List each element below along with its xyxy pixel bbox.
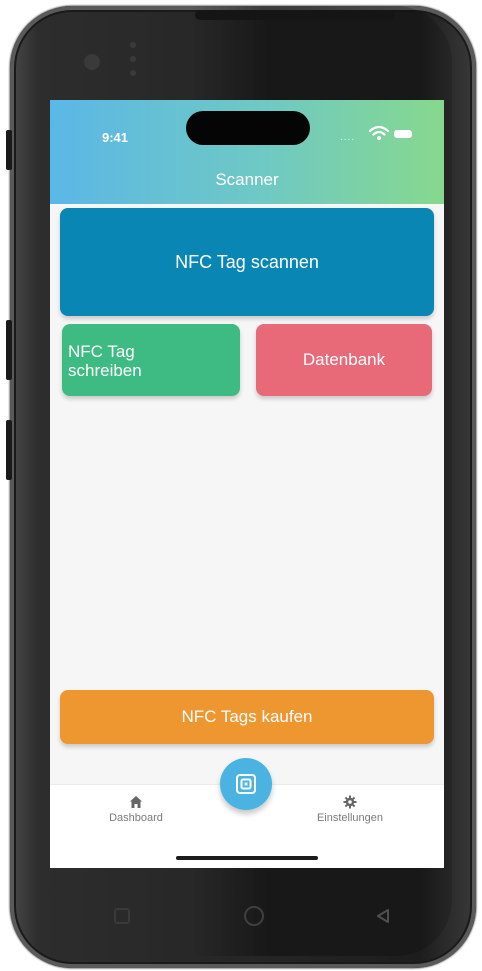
scan-nfc-tag-button[interactable]: NFC Tag scannen <box>60 208 434 316</box>
write-nfc-tag-button[interactable]: NFC Tag schreiben <box>62 324 240 396</box>
app-screen: 9:41 .... Scanner NFC Tag scannen NFC Ta… <box>50 100 444 868</box>
gear-icon <box>343 795 357 809</box>
back-icon[interactable] <box>375 908 391 924</box>
buy-nfc-tags-button[interactable]: NFC Tags kaufen <box>60 690 434 744</box>
dynamic-island <box>186 111 310 145</box>
battery-icon <box>394 130 412 138</box>
wifi-icon <box>368 125 390 140</box>
database-label: Datenbank <box>302 350 386 369</box>
database-button[interactable]: Datenbank <box>256 324 432 396</box>
status-time: 9:41 <box>102 130 129 145</box>
speaker-slot <box>195 10 395 20</box>
sensor-dot <box>130 70 136 76</box>
app-header: 9:41 .... Scanner <box>50 100 444 204</box>
nfc-scan-fab[interactable] <box>220 758 272 810</box>
nav-settings[interactable]: Einstellungen <box>290 795 410 824</box>
sensor-dot <box>130 42 136 48</box>
nav-settings-label: Einstellungen <box>316 812 384 824</box>
volume-down-button <box>6 320 12 380</box>
recents-icon[interactable] <box>114 908 130 924</box>
nav-dashboard[interactable]: Dashboard <box>76 795 196 824</box>
nfc-scan-icon <box>236 774 256 794</box>
write-nfc-tag-label-line2: schreiben <box>68 361 142 380</box>
sensor-dot <box>130 56 136 62</box>
home-indicator <box>176 856 318 860</box>
front-camera <box>84 54 100 70</box>
home-button-icon[interactable] <box>244 906 264 926</box>
page-title: Scanner <box>215 170 279 189</box>
write-nfc-tag-label-line1: NFC Tag <box>68 342 135 361</box>
home-icon <box>130 796 142 808</box>
nav-dashboard-label: Dashboard <box>109 812 163 824</box>
volume-up-button <box>6 130 12 170</box>
signal-icon: .... <box>340 132 356 143</box>
status-icons: .... <box>340 124 416 144</box>
scan-nfc-tag-label: NFC Tag scannen <box>175 251 319 272</box>
buy-nfc-tags-label: NFC Tags kaufen <box>181 707 313 726</box>
power-button <box>6 420 12 480</box>
